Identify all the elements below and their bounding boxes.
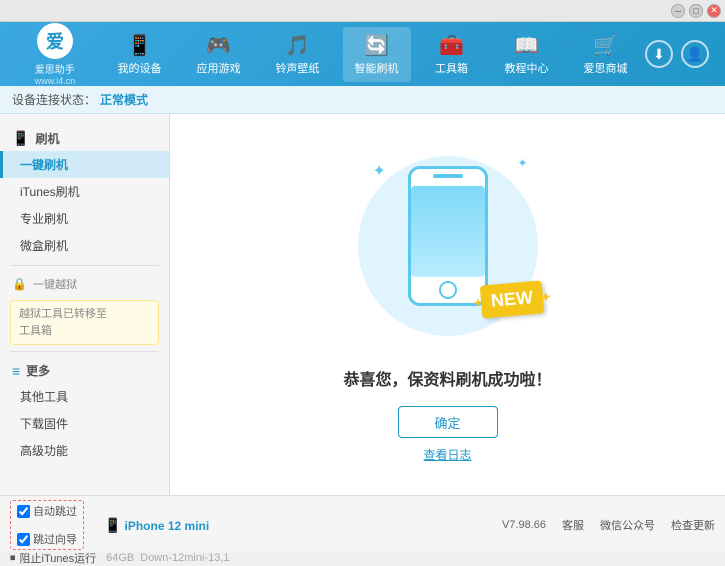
sidebar-section-more: ≡ 更多 <box>0 358 169 383</box>
nav-item-my-device[interactable]: 📱 我的设备 <box>106 27 174 82</box>
sidebar-section-jailbreak: 🔒 一键越狱 <box>0 272 169 296</box>
bottom-row1: 自动跳过 跳过向导 📱 iPhone 12 mini V7.98.66 客服 微… <box>10 500 715 550</box>
version-label: V7.98.66 <box>502 519 546 531</box>
ringtones-icon: 🎵 <box>285 33 310 58</box>
bottom-right-links: V7.98.66 客服 微信公众号 检查更新 <box>502 517 715 533</box>
wechat-link[interactable]: 微信公众号 <box>600 517 655 533</box>
skip-wizard-checkbox[interactable] <box>17 533 30 546</box>
bottom-row2: ⏹ 阻止iTunes运行 64GB Down-12mini-13,1 <box>10 550 715 566</box>
bottom-bar: 自动跳过 跳过向导 📱 iPhone 12 mini V7.98.66 客服 微… <box>0 495 725 551</box>
sidebar-section-flash: 📱 刷机 <box>0 126 169 151</box>
stop-icon: ⏹ <box>10 552 16 565</box>
smart-flash-icon: 🔄 <box>364 33 389 58</box>
auto-jump-label[interactable]: 自动跳过 <box>17 503 77 519</box>
nav-item-toolbox[interactable]: 🧰 工具箱 <box>422 27 482 82</box>
store-icon: 🛒 <box>593 33 618 58</box>
status-bar: 设备连接状态： 正常模式 <box>0 86 725 114</box>
auto-jump-checkbox[interactable] <box>17 505 30 518</box>
my-device-icon: 📱 <box>127 33 152 58</box>
phone-home-btn <box>439 281 457 299</box>
phone-illustration: ✦ ✦ NEW <box>348 146 548 346</box>
nav-item-smart-flash[interactable]: 🔄 智能刷机 <box>343 27 411 82</box>
sidebar-item-one-click-flash[interactable]: 一键刷机 <box>0 151 169 178</box>
sidebar-item-other-tools[interactable]: 其他工具 <box>0 383 169 410</box>
sidebar-item-pro-flash[interactable]: 专业刷机 <box>0 205 169 232</box>
minimize-button[interactable]: ─ <box>671 4 685 18</box>
skip-wizard-label[interactable]: 跳过向导 <box>17 531 77 547</box>
confirm-button[interactable]: 确定 <box>398 406 498 438</box>
secondary-link[interactable]: 查看日志 <box>423 446 471 463</box>
device-storage: 64GB <box>106 552 134 564</box>
device-system: Down-12mini-13,1 <box>140 552 229 564</box>
flash-section-icon: 📱 <box>12 130 29 147</box>
nav-item-ringtones[interactable]: 🎵 铃声壁纸 <box>264 27 332 82</box>
close-button[interactable]: ✕ <box>707 4 721 18</box>
content-area: ✦ ✦ NEW 恭喜您，保资料刷机成功啦！ 确定 查看日志 <box>170 114 725 495</box>
sidebar-item-micro-flash[interactable]: 微盒刷机 <box>0 232 169 259</box>
phone-device <box>408 166 488 306</box>
nav-item-apps-games[interactable]: 🎮 应用游戏 <box>185 27 253 82</box>
main-content: 📱 刷机 一键刷机 iTunes刷机 专业刷机 微盒刷机 🔒 一键越狱 越狱工具… <box>0 114 725 495</box>
new-badge: NEW <box>479 280 544 318</box>
logo-text: 爱思助手 www.i4.cn <box>35 61 76 86</box>
customer-service-link[interactable]: 客服 <box>562 517 584 533</box>
logo-icon: 爱 <box>37 23 73 59</box>
check-update-link[interactable]: 检查更新 <box>671 517 715 533</box>
user-button[interactable]: 👤 <box>681 40 709 68</box>
sparkle-tr-icon: ✦ <box>517 156 527 170</box>
more-section-icon: ≡ <box>12 363 20 379</box>
nav-item-store[interactable]: 🛒 爱思商城 <box>572 27 640 82</box>
sparkle-tl-icon: ✦ <box>373 161 386 181</box>
nav-header: 爱 爱思助手 www.i4.cn 📱 我的设备 🎮 应用游戏 🎵 铃声壁纸 🔄 … <box>0 22 725 86</box>
maximize-button[interactable]: □ <box>689 4 703 18</box>
nav-items: 📱 我的设备 🎮 应用游戏 🎵 铃声壁纸 🔄 智能刷机 🧰 工具箱 📖 教程中心… <box>100 27 645 82</box>
toolbox-icon: 🧰 <box>439 33 464 58</box>
sidebar-item-itunes-flash[interactable]: iTunes刷机 <box>0 178 169 205</box>
jailbreak-icon: 🔒 <box>12 277 27 291</box>
checkbox-area: 自动跳过 跳过向导 <box>10 500 84 550</box>
itunes-stop-button[interactable]: ⏹ 阻止iTunes运行 <box>10 550 96 566</box>
logo-area: 爱 爱思助手 www.i4.cn <box>10 23 100 86</box>
status-value: 正常模式 <box>100 91 148 108</box>
sidebar-notice: 越狱工具已转移至工具箱 <box>10 300 159 345</box>
sidebar-item-advanced[interactable]: 高级功能 <box>0 437 169 464</box>
sidebar: 📱 刷机 一键刷机 iTunes刷机 专业刷机 微盒刷机 🔒 一键越狱 越狱工具… <box>0 114 170 495</box>
success-text: 恭喜您，保资料刷机成功啦！ <box>343 366 551 390</box>
phone-screen <box>411 186 485 277</box>
sidebar-item-download-firmware[interactable]: 下载固件 <box>0 410 169 437</box>
device-icon: 📱 <box>104 517 121 533</box>
device-name: iPhone 12 mini <box>125 519 210 533</box>
device-info: 📱 iPhone 12 mini <box>104 517 209 534</box>
sidebar-divider-1 <box>10 265 159 266</box>
nav-item-tutorial[interactable]: 📖 教程中心 <box>493 27 561 82</box>
title-bar: ─ □ ✕ <box>0 0 725 22</box>
nav-right-buttons: ⬇ 👤 <box>645 40 715 68</box>
apps-games-icon: 🎮 <box>206 33 231 58</box>
sidebar-divider-2 <box>10 351 159 352</box>
tutorial-icon: 📖 <box>514 33 539 58</box>
status-label: 设备连接状态： <box>12 91 96 108</box>
download-button[interactable]: ⬇ <box>645 40 673 68</box>
